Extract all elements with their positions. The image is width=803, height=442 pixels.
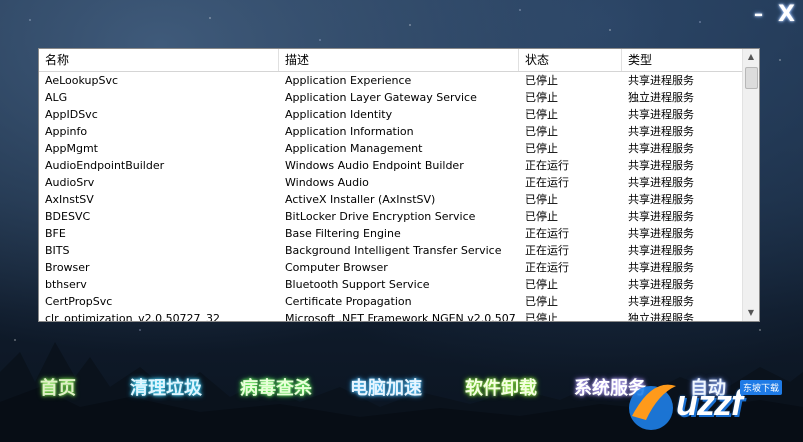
watermark-subtext: 东坡下载 xyxy=(740,380,783,395)
table-row[interactable]: Appinfo Application Information 已停止 共享进程… xyxy=(39,123,743,140)
cell-status: 已停止 xyxy=(525,312,558,322)
cell-description: ActiveX Installer (AxInstSV) xyxy=(285,193,436,206)
scroll-down-arrow-icon[interactable]: ▼ xyxy=(743,305,759,321)
table-row[interactable]: ALG Application Layer Gateway Service 已停… xyxy=(39,89,743,106)
cell-description: Background Intelligent Transfer Service xyxy=(285,244,502,257)
cell-type: 共享进程服务 xyxy=(628,295,694,308)
table-row[interactable]: CertPropSvc Certificate Propagation 已停止 … xyxy=(39,293,743,310)
cell-status: 已停止 xyxy=(525,142,558,155)
table-row[interactable]: BITS Background Intelligent Transfer Ser… xyxy=(39,242,743,259)
minimize-button[interactable]: – xyxy=(754,4,763,25)
nav-software-uninstall[interactable]: 软件卸载 xyxy=(465,374,537,404)
cell-description: Computer Browser xyxy=(285,261,388,274)
scroll-thumb[interactable] xyxy=(745,67,758,89)
table-row[interactable]: AudioSrv Windows Audio 正在运行 共享进程服务 xyxy=(39,174,743,191)
cell-description: Certificate Propagation xyxy=(285,295,412,308)
cell-status: 已停止 xyxy=(525,125,558,138)
cell-description: Application Management xyxy=(285,142,423,155)
table-row[interactable]: AppIDSvc Application Identity 已停止 共享进程服务 xyxy=(39,106,743,123)
cell-status: 正在运行 xyxy=(525,244,569,257)
cell-type: 共享进程服务 xyxy=(628,261,694,274)
cell-name: BFE xyxy=(45,227,66,240)
cell-type: 共享进程服务 xyxy=(628,210,694,223)
table-row[interactable]: clr_optimization_v2.0.50727_32 Microsoft… xyxy=(39,310,743,322)
cell-name: AudioEndpointBuilder xyxy=(45,159,165,172)
table-row[interactable]: AxInstSV ActiveX Installer (AxInstSV) 已停… xyxy=(39,191,743,208)
cell-name: BITS xyxy=(45,244,70,257)
cell-name: BDESVC xyxy=(45,210,91,223)
table-row[interactable]: BFE Base Filtering Engine 正在运行 共享进程服务 xyxy=(39,225,743,242)
cell-type: 共享进程服务 xyxy=(628,159,694,172)
cell-status: 已停止 xyxy=(525,278,558,291)
cell-status: 已停止 xyxy=(525,91,558,104)
table-row[interactable]: AppMgmt Application Management 已停止 共享进程服… xyxy=(39,140,743,157)
cell-type: 共享进程服务 xyxy=(628,193,694,206)
cell-description: Application Experience xyxy=(285,74,412,87)
cell-status: 正在运行 xyxy=(525,261,569,274)
column-header-type[interactable]: 类型 xyxy=(622,49,743,71)
cell-description: Application Identity xyxy=(285,108,393,121)
service-list: 名称 描述 状态 类型 AeLookupSvc Application Expe… xyxy=(38,48,760,322)
scroll-up-arrow-icon[interactable]: ▲ xyxy=(743,49,759,65)
cell-description: Application Layer Gateway Service xyxy=(285,91,477,104)
cell-status: 已停止 xyxy=(525,193,558,206)
close-button[interactable]: X xyxy=(778,2,795,27)
cell-type: 共享进程服务 xyxy=(628,108,694,121)
cell-name: AppIDSvc xyxy=(45,108,98,121)
cell-name: CertPropSvc xyxy=(45,295,113,308)
cell-name: AudioSrv xyxy=(45,176,95,189)
table-row[interactable]: Browser Computer Browser 正在运行 共享进程服务 xyxy=(39,259,743,276)
cell-status: 已停止 xyxy=(525,74,558,87)
column-header-description[interactable]: 描述 xyxy=(279,49,519,71)
nav-clean-junk[interactable]: 清理垃圾 xyxy=(130,374,202,404)
cell-description: Windows Audio xyxy=(285,176,369,189)
cell-status: 已停止 xyxy=(525,108,558,121)
cell-type: 共享进程服务 xyxy=(628,125,694,138)
cell-description: Microsoft .NET Framework NGEN v2.0.50727 xyxy=(285,312,515,322)
cell-name: ALG xyxy=(45,91,68,104)
cell-name: bthserv xyxy=(45,278,87,291)
cell-type: 共享进程服务 xyxy=(628,74,694,87)
cell-name: AppMgmt xyxy=(45,142,98,155)
cell-description: Bluetooth Support Service xyxy=(285,278,430,291)
cell-name: AxInstSV xyxy=(45,193,94,206)
cell-status: 正在运行 xyxy=(525,159,569,172)
cell-name: Appinfo xyxy=(45,125,88,138)
table-row[interactable]: BDESVC BitLocker Drive Encryption Servic… xyxy=(39,208,743,225)
cell-status: 正在运行 xyxy=(525,227,569,240)
cell-name: clr_optimization_v2.0.50727_32 xyxy=(45,312,221,322)
cell-type: 共享进程服务 xyxy=(628,142,694,155)
cell-type: 共享进程服务 xyxy=(628,244,694,257)
cell-description: BitLocker Drive Encryption Service xyxy=(285,210,476,223)
cell-name: AeLookupSvc xyxy=(45,74,119,87)
watermark-logo: uzzf 东坡下载 xyxy=(622,376,800,436)
watermark-swoosh-icon xyxy=(629,384,676,430)
watermark-text: uzzf xyxy=(676,382,743,423)
column-header-name[interactable]: 名称 xyxy=(39,49,279,71)
table-row[interactable]: AudioEndpointBuilder Windows Audio Endpo… xyxy=(39,157,743,174)
vertical-scrollbar[interactable]: ▲ ▼ xyxy=(742,49,759,321)
cell-type: 独立进程服务 xyxy=(628,312,694,322)
cell-status: 正在运行 xyxy=(525,176,569,189)
cell-description: Windows Audio Endpoint Builder xyxy=(285,159,464,172)
list-header: 名称 描述 状态 类型 xyxy=(39,49,743,72)
nav-virus-scan[interactable]: 病毒查杀 xyxy=(240,374,312,404)
cell-status: 已停止 xyxy=(525,210,558,223)
cell-type: 共享进程服务 xyxy=(628,176,694,189)
table-row[interactable]: AeLookupSvc Application Experience 已停止 共… xyxy=(39,72,743,89)
nav-home[interactable]: 首页 xyxy=(40,374,76,404)
cell-type: 共享进程服务 xyxy=(628,227,694,240)
cell-type: 共享进程服务 xyxy=(628,278,694,291)
cell-description: Base Filtering Engine xyxy=(285,227,401,240)
cell-name: Browser xyxy=(45,261,90,274)
cell-status: 已停止 xyxy=(525,295,558,308)
list-rows: AeLookupSvc Application Experience 已停止 共… xyxy=(39,72,743,322)
cell-description: Application Information xyxy=(285,125,414,138)
table-row[interactable]: bthserv Bluetooth Support Service 已停止 共享… xyxy=(39,276,743,293)
column-header-status[interactable]: 状态 xyxy=(519,49,622,71)
nav-pc-speedup[interactable]: 电脑加速 xyxy=(350,374,422,404)
cell-type: 独立进程服务 xyxy=(628,91,694,104)
